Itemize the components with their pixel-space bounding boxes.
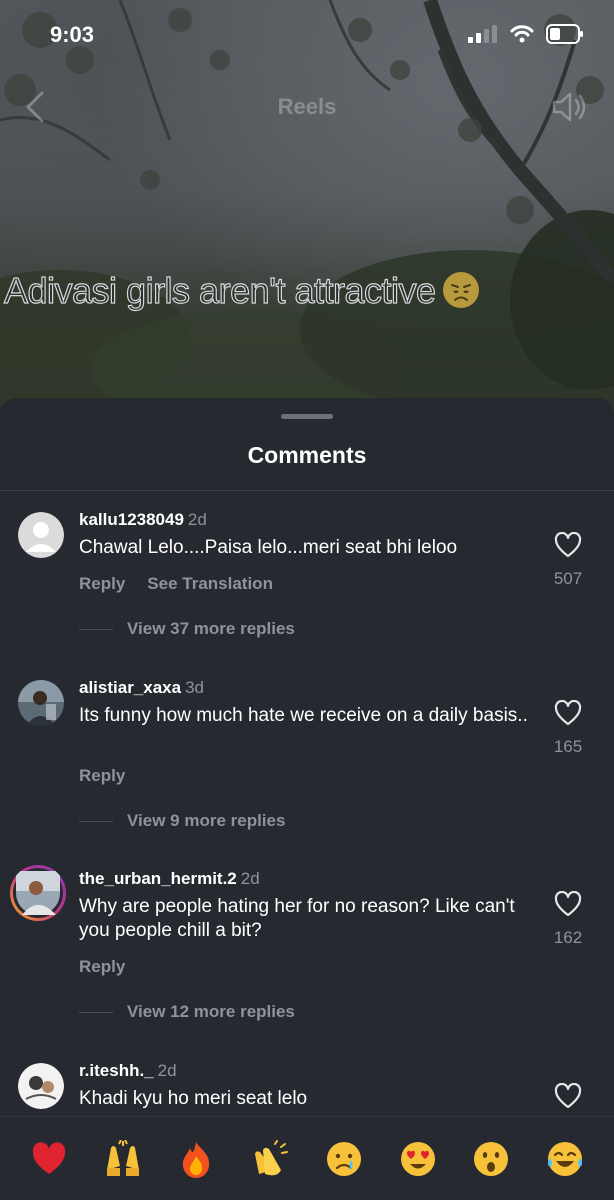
comment-time: 3d xyxy=(185,678,205,697)
heart-outline-icon[interactable] xyxy=(554,890,582,917)
user-photo-icon xyxy=(18,680,64,726)
reels-title: Reels xyxy=(277,94,337,119)
status-time: 9:03 xyxy=(50,22,95,47)
view-replies-label: View 9 more replies xyxy=(127,811,286,830)
emoji-reaction-bar xyxy=(0,1116,614,1200)
status-bar: 9:03 xyxy=(0,0,614,70)
comment-username[interactable]: the_urban_hermit.2 xyxy=(79,869,237,888)
clapping-hands-icon[interactable] xyxy=(251,1139,289,1178)
crying-face-icon[interactable] xyxy=(325,1140,363,1178)
comment-text: Why are people hating her for no reason?… xyxy=(79,896,515,941)
cellular-signal-icon xyxy=(468,25,497,43)
comment-username[interactable]: r.iteshh._ xyxy=(79,1061,154,1080)
reply-button[interactable]: Reply xyxy=(79,574,125,593)
like-control: 165 xyxy=(550,699,586,757)
comment-text: Chawal Lelo....Paisa lelo...meri seat bh… xyxy=(79,537,458,558)
view-replies-label: View 37 more replies xyxy=(127,619,295,638)
wifi-icon xyxy=(510,25,534,43)
comment-time: 2d xyxy=(157,1061,177,1080)
user-photo-icon xyxy=(16,871,60,915)
sheet-drag-handle[interactable] xyxy=(281,414,333,419)
fire-icon[interactable] xyxy=(177,1140,215,1178)
heart-outline-icon[interactable] xyxy=(554,1082,582,1109)
reel-video[interactable]: 9:03 Reels Adivasi girls aren't attracti… xyxy=(0,0,614,420)
comment-username[interactable]: kallu1238049 xyxy=(79,510,184,529)
surprised-face-icon[interactable] xyxy=(472,1140,510,1178)
view-replies-button[interactable]: View 9 more replies xyxy=(79,811,285,831)
heart-outline-icon[interactable] xyxy=(554,531,582,558)
speaker-icon[interactable] xyxy=(550,90,590,124)
comment-time: 2d xyxy=(240,869,260,888)
view-replies-button[interactable]: View 12 more replies xyxy=(79,1002,295,1022)
avatar[interactable] xyxy=(18,512,64,558)
sheet-divider xyxy=(0,490,614,491)
replies-line xyxy=(79,1012,113,1014)
like-control: 162 xyxy=(550,890,586,948)
user-photo-icon xyxy=(18,1063,64,1109)
like-count: 165 xyxy=(553,737,583,756)
like-control: 507 xyxy=(550,531,586,589)
heart-eyes-icon[interactable] xyxy=(399,1140,437,1178)
avatar[interactable] xyxy=(18,680,64,726)
comment-time: 2d xyxy=(187,510,207,529)
battery-icon xyxy=(546,24,583,44)
comments-sheet: Comments kallu1238049 2d Chawal Lelo....P… xyxy=(0,398,614,1200)
video-caption: Adivasi girls aren't attractive xyxy=(3,269,480,312)
default-avatar-icon xyxy=(18,512,64,558)
replies-line xyxy=(79,821,113,823)
avatar[interactable] xyxy=(18,1063,64,1109)
avatar-story-ring[interactable] xyxy=(10,865,66,921)
reels-header: Reels xyxy=(0,82,614,132)
reply-button[interactable]: Reply xyxy=(79,766,125,785)
tears-of-joy-icon[interactable] xyxy=(546,1140,584,1178)
view-replies-button[interactable]: View 37 more replies xyxy=(79,619,295,639)
heart-outline-icon[interactable] xyxy=(554,699,582,726)
video-caption-text: Adivasi girls aren't attractive xyxy=(3,269,436,311)
see-translation-button[interactable]: See Translation xyxy=(147,574,273,593)
like-count: 162 xyxy=(553,928,583,947)
red-heart-icon[interactable] xyxy=(30,1140,68,1178)
like-count: 507 xyxy=(553,569,583,588)
replies-line xyxy=(79,629,113,631)
sheet-title: Comments xyxy=(247,442,367,468)
comment-text: Khadi kyu ho meri seat lelo xyxy=(79,1088,308,1109)
raising-hands-icon[interactable] xyxy=(104,1139,142,1178)
comment-text: Its funny how much hate we receive on a … xyxy=(79,705,528,726)
comment-username[interactable]: alistiar_xaxa xyxy=(79,678,181,697)
view-replies-label: View 12 more replies xyxy=(127,1002,295,1021)
disappointed-face-icon xyxy=(442,272,479,308)
like-control xyxy=(550,1082,586,1114)
reply-button[interactable]: Reply xyxy=(79,957,125,976)
